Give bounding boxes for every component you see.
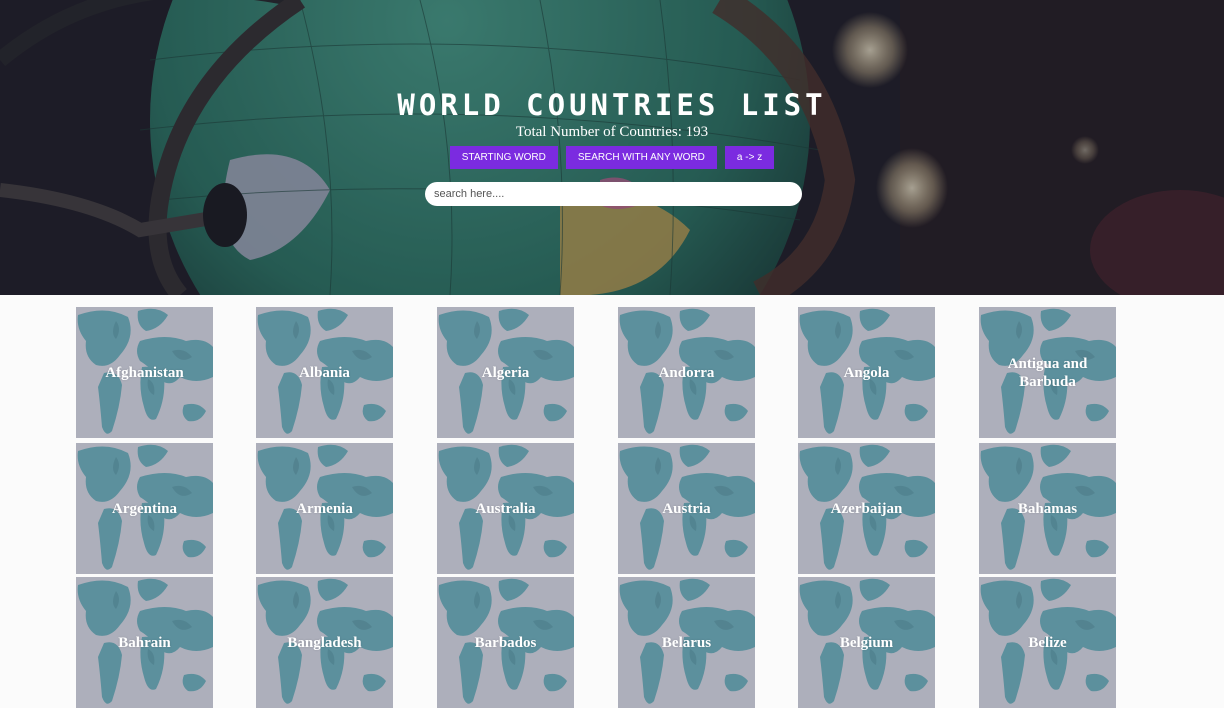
country-card[interactable]: Austria (618, 443, 755, 574)
country-card[interactable]: Belarus (618, 577, 755, 708)
country-card[interactable]: Barbados (437, 577, 574, 708)
country-card[interactable]: Bahamas (979, 443, 1116, 574)
country-card[interactable]: Bangladesh (256, 577, 393, 708)
country-name: Belgium (839, 634, 894, 651)
country-name: Belize (1028, 634, 1067, 651)
country-name: Austria (662, 500, 711, 517)
country-card[interactable]: Bahrain (76, 577, 213, 708)
country-name: Andorra (658, 364, 715, 381)
country-card[interactable]: Armenia (256, 443, 393, 574)
country-count: Total Number of Countries: 193 (515, 124, 709, 140)
country-card[interactable]: Belize (979, 577, 1116, 708)
country-name: Argentina (112, 500, 177, 517)
country-card[interactable]: Belgium (798, 577, 935, 708)
country-name: Angola (843, 364, 890, 381)
country-card[interactable]: Antigua and Barbuda (979, 307, 1116, 438)
search-input[interactable] (425, 182, 802, 206)
country-name: Australia (475, 500, 536, 517)
country-name: Barbados (474, 634, 537, 651)
country-name: Bahrain (118, 634, 171, 651)
country-name: Azerbaijan (830, 500, 903, 517)
country-name: Antigua and Barbuda (1007, 355, 1088, 390)
page-title: WORLD COUNTRIES LIST (397, 88, 827, 122)
country-name: Bahamas (1017, 500, 1078, 517)
country-card[interactable]: Andorra (618, 307, 755, 438)
country-card[interactable]: Argentina (76, 443, 213, 574)
country-card[interactable]: Afghanistan (76, 307, 213, 438)
country-card[interactable]: Albania (256, 307, 393, 438)
filter-button-group: STARTING WORD SEARCH WITH ANY WORD a -> … (0, 146, 1224, 169)
country-name: Afghanistan (105, 364, 184, 381)
country-name: Bangladesh (287, 634, 362, 651)
country-name: Algeria (481, 364, 530, 381)
country-card[interactable]: Algeria (437, 307, 574, 438)
sort-a-z-button[interactable]: a -> z (724, 146, 775, 169)
country-card[interactable]: Angola (798, 307, 935, 438)
country-card[interactable]: Australia (437, 443, 574, 574)
starting-word-button[interactable]: STARTING WORD (449, 146, 558, 169)
country-name: Armenia (296, 500, 353, 517)
search-any-word-button[interactable]: SEARCH WITH ANY WORD (565, 146, 717, 169)
hero-banner: WORLD COUNTRIES LIST Total Number of Cou… (0, 0, 1224, 295)
country-name: Belarus (661, 634, 712, 651)
country-card[interactable]: Azerbaijan (798, 443, 935, 574)
country-name: Albania (299, 364, 350, 381)
